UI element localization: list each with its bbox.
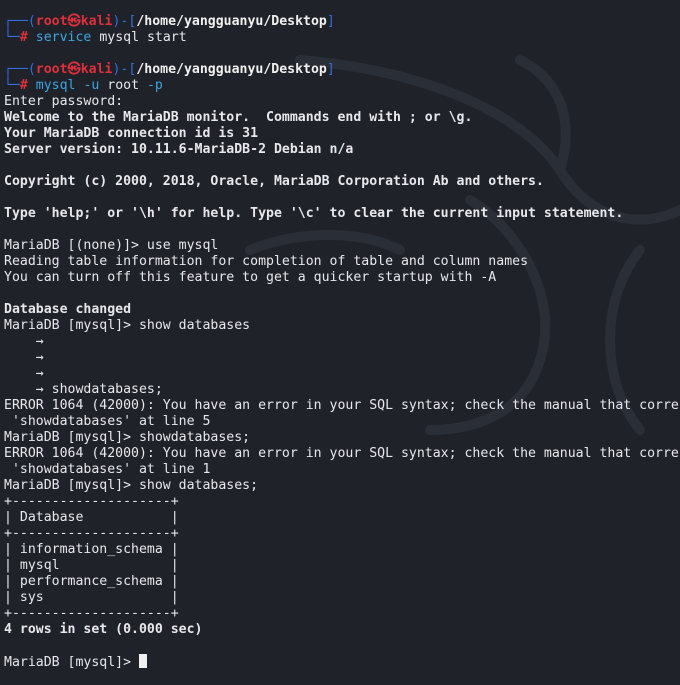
turn-off-line: You can turn off this feature to get a q…	[4, 270, 497, 285]
database-changed-line: Database changed	[4, 302, 132, 317]
prompt-command-1: └─# service mysql start	[4, 30, 187, 45]
error-line-2a: ERROR 1064 (42000): You have an error in…	[4, 446, 679, 461]
prompt-header-1: ┌──(root㉿kali)-[/home/yangguanyu/Desktop…	[4, 14, 335, 29]
help-hint-line: Type 'help;' or '\h' for help. Type '\c'…	[4, 206, 624, 221]
connection-id-line: Your MariaDB connection id is 31	[4, 126, 259, 141]
show-databases-line-1: MariaDB [mysql]> show databases	[4, 318, 251, 333]
enter-password-line: Enter password:	[4, 94, 124, 109]
show-databases-line-3: MariaDB [mysql]> show databases;	[4, 478, 259, 493]
table-border-bottom: +--------------------+	[4, 606, 179, 621]
use-mysql-line: MariaDB [(none)]> use mysql	[4, 238, 219, 253]
error-line-1a: ERROR 1064 (42000): You have an error in…	[4, 398, 679, 413]
table-row: | information_schema |	[4, 542, 179, 557]
table-border-top: +--------------------+	[4, 494, 179, 509]
final-prompt-line[interactable]: MariaDB [mysql]>	[4, 654, 680, 670]
table-header: | Database |	[4, 510, 179, 525]
table-border-mid: +--------------------+	[4, 526, 179, 541]
final-prompt: MariaDB [mysql]>	[4, 655, 139, 670]
prompt-header-2: ┌──(root㉿kali)-[/home/yangguanyu/Desktop…	[4, 62, 335, 77]
server-version-line: Server version: 10.11.6-MariaDB-2 Debian…	[4, 142, 354, 157]
continuation-line-3: →	[4, 366, 44, 381]
table-row: | performance_schema |	[4, 574, 179, 589]
terminal-output: ┌──(root㉿kali)-[/home/yangguanyu/Desktop…	[4, 14, 680, 670]
continuation-line-2: →	[4, 350, 44, 365]
continuation-line-4: → showdatabases;	[4, 382, 163, 397]
reading-info-line: Reading table information for completion…	[4, 254, 529, 269]
terminal-window[interactable]: ┌──(root㉿kali)-[/home/yangguanyu/Desktop…	[0, 0, 680, 685]
table-row: | mysql |	[4, 558, 179, 573]
text-cursor[interactable]	[138, 654, 147, 668]
showdatabases-line-2: MariaDB [mysql]> showdatabases;	[4, 430, 251, 445]
copyright-line: Copyright (c) 2000, 2018, Oracle, MariaD…	[4, 174, 544, 189]
welcome-line: Welcome to the MariaDB monitor. Commands…	[4, 110, 473, 125]
error-line-1b: 'showdatabases' at line 5	[4, 414, 211, 429]
table-row: | sys |	[4, 590, 179, 605]
rows-in-set-line: 4 rows in set (0.000 sec)	[4, 622, 203, 637]
error-line-2b: 'showdatabases' at line 1	[4, 462, 211, 477]
prompt-command-2: └─# mysql -u root -p	[4, 78, 163, 93]
continuation-line-1: →	[4, 334, 44, 349]
